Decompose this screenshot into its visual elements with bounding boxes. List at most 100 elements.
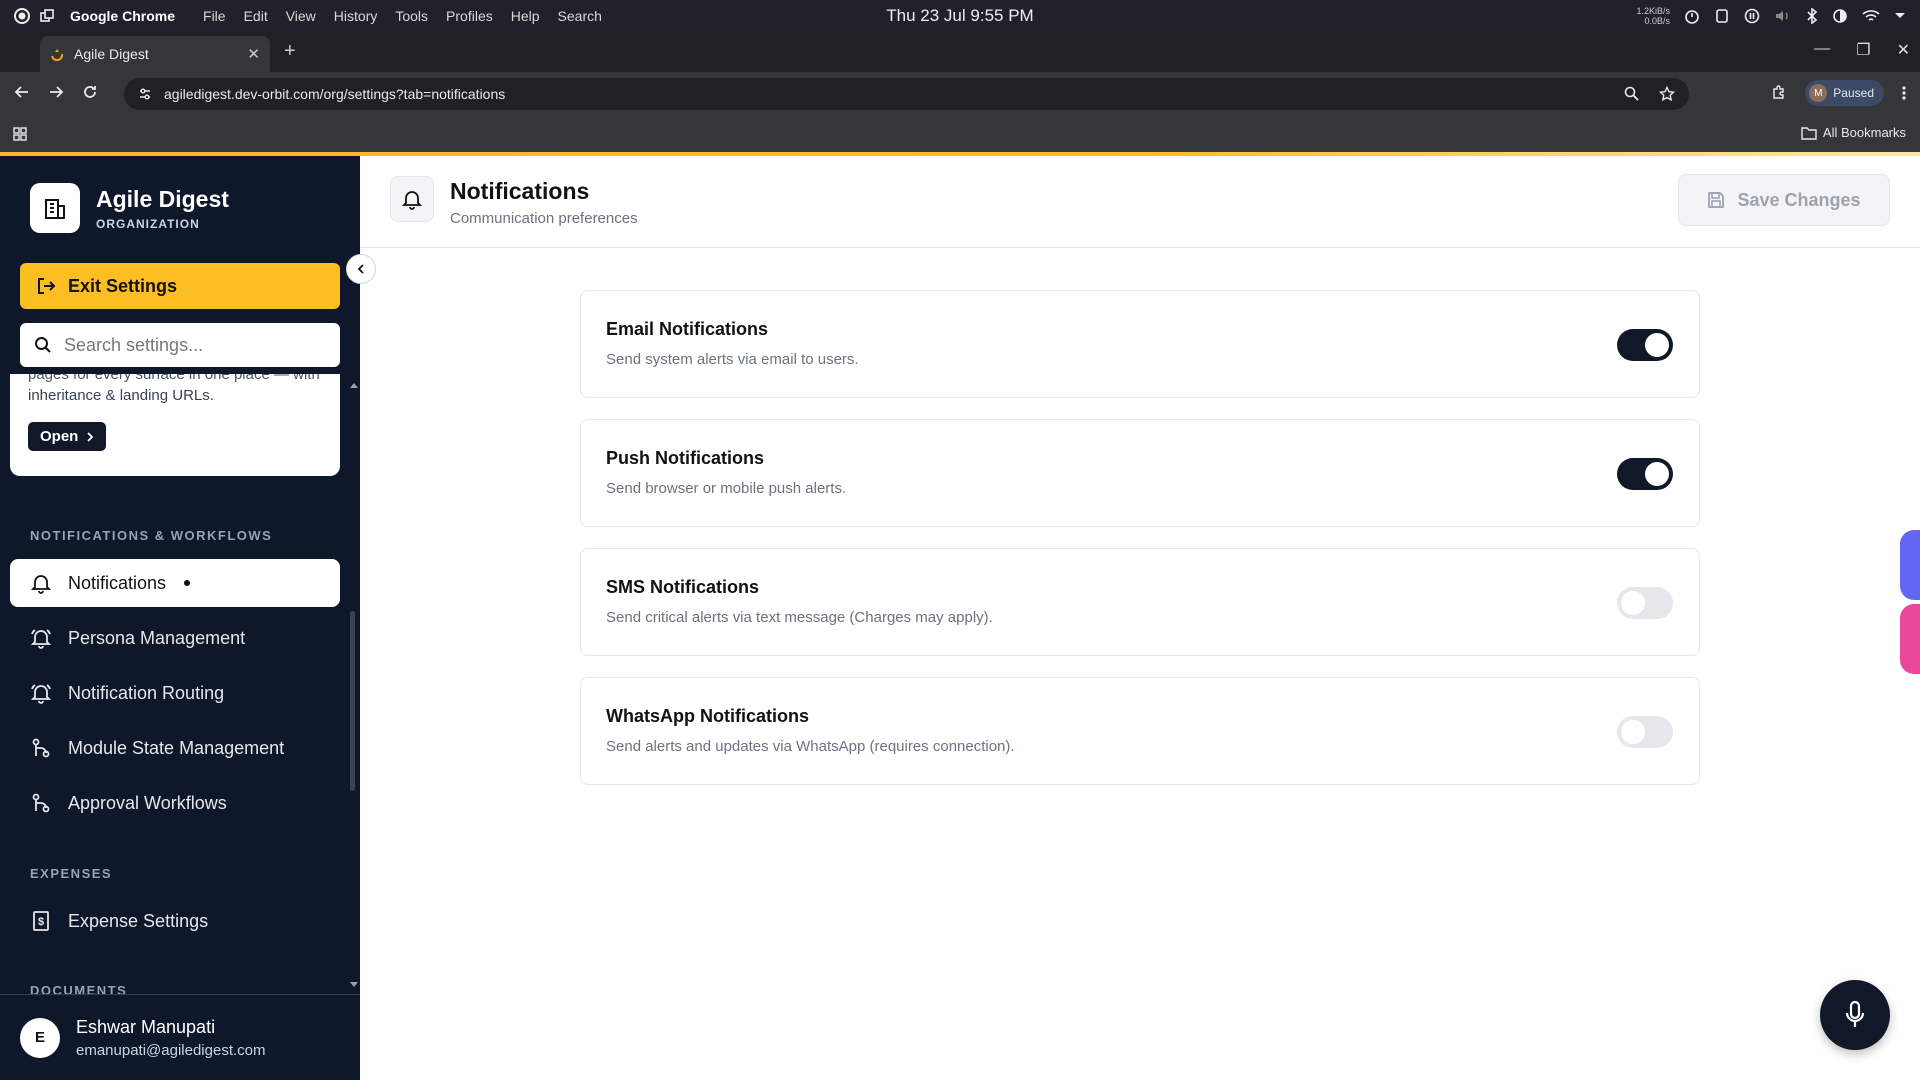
bell-ring-icon	[30, 627, 52, 649]
bell-icon	[390, 176, 434, 222]
card-title: WhatsApp Notifications	[606, 706, 809, 726]
favicon-icon	[50, 47, 64, 61]
menu-view[interactable]: View	[286, 8, 316, 24]
os-app-name[interactable]: Google Chrome	[70, 8, 175, 24]
menu-profiles[interactable]: Profiles	[446, 8, 493, 24]
site-info-icon[interactable]	[138, 87, 152, 101]
menu-search[interactable]: Search	[558, 8, 602, 24]
card-title: Push Notifications	[606, 448, 765, 468]
zoom-icon[interactable]	[1624, 86, 1639, 102]
profile-avatar: M	[1809, 84, 1828, 102]
menu-help[interactable]: Help	[511, 8, 540, 24]
clipboard-icon[interactable]	[1714, 8, 1730, 24]
sms-notifications-card: SMS Notifications Send critical alerts v…	[580, 548, 1700, 656]
svg-text:$: $	[38, 916, 44, 928]
save-changes-button[interactable]: Save Changes	[1678, 174, 1890, 226]
back-icon[interactable]	[14, 84, 30, 100]
org-header: Agile Digest ORGANIZATION	[30, 183, 229, 233]
volume-icon[interactable]	[1774, 8, 1792, 24]
tab-close-icon[interactable]: ✕	[247, 45, 260, 63]
page-subtitle: Communication preferences	[450, 210, 638, 227]
all-bookmarks-button[interactable]: All Bookmarks	[1801, 125, 1906, 140]
promo-open-button[interactable]: Open	[28, 422, 107, 451]
receipt-icon: $	[30, 910, 52, 932]
browser-toolbar: agiledigest.dev-orbit.com/org/settings?t…	[0, 72, 1920, 116]
floating-side-tab-pink[interactable]	[1900, 604, 1920, 674]
sidebar-item-notification-routing[interactable]: Notification Routing	[10, 669, 340, 717]
forward-icon[interactable]	[48, 84, 64, 100]
settings-search	[20, 323, 340, 367]
bookmarks-bar: All Bookmarks	[0, 116, 1920, 152]
profile-status: Paused	[1833, 86, 1874, 100]
brightness-icon[interactable]	[1832, 8, 1848, 24]
sms-notifications-toggle[interactable]	[1617, 587, 1673, 619]
sidebar-item-approval-workflows[interactable]: Approval Workflows	[10, 779, 340, 827]
search-input[interactable]	[64, 334, 324, 356]
extensions-icon[interactable]	[1771, 85, 1787, 101]
bluetooth-icon[interactable]	[1806, 8, 1818, 24]
git-branch-icon	[30, 737, 52, 759]
sidebar-item-label: Approval Workflows	[68, 792, 227, 813]
card-description: Send browser or mobile push alerts.	[606, 480, 847, 497]
whatsapp-notifications-toggle[interactable]	[1617, 716, 1673, 748]
section-title-expenses: EXPENSES	[30, 866, 113, 881]
apps-grid-icon[interactable]	[12, 126, 28, 142]
reload-icon[interactable]	[82, 84, 98, 100]
settings-sidebar: Agile Digest ORGANIZATION Exit Settings …	[0, 156, 360, 1080]
os-logo-icon[interactable]	[14, 8, 30, 24]
microphone-icon	[1843, 1000, 1867, 1030]
toggle-knob	[1621, 591, 1645, 615]
voice-assistant-button[interactable]	[1820, 980, 1890, 1050]
org-type: ORGANIZATION	[96, 216, 200, 231]
sidebar-item-expense-settings[interactable]: $ Expense Settings	[10, 897, 340, 945]
sidebar-item-module-state-management[interactable]: Module State Management	[10, 724, 340, 772]
chrome-menu-icon[interactable]	[1902, 85, 1906, 101]
toggle-knob	[1645, 333, 1669, 357]
browser-tab-active[interactable]: Agile Digest ✕	[40, 36, 270, 72]
sidebar-item-persona-management[interactable]: Persona Management	[10, 614, 340, 662]
minimize-icon[interactable]: —	[1814, 40, 1830, 60]
close-window-icon[interactable]: ✕	[1897, 40, 1910, 60]
toggle-knob	[1621, 720, 1645, 744]
timer-icon[interactable]	[1684, 8, 1700, 24]
promo-card: pages for every surface in one place — w…	[10, 374, 340, 476]
exit-settings-label: Exit Settings	[68, 275, 178, 296]
profile-button[interactable]: M Paused	[1805, 80, 1884, 106]
address-bar[interactable]: agiledigest.dev-orbit.com/org/settings?t…	[124, 78, 1689, 110]
sidebar-scrollbar[interactable]	[350, 611, 355, 791]
collapse-sidebar-button[interactable]	[346, 254, 376, 284]
os-app-menu: Google Chrome File Edit View History Too…	[0, 8, 602, 24]
page-title: Notifications	[450, 178, 590, 204]
net-up: 1.2KiB/s	[1636, 6, 1670, 16]
exit-settings-button[interactable]: Exit Settings	[20, 263, 340, 309]
window-switch-icon[interactable]	[40, 9, 54, 23]
page-header: Notifications Communication preferences …	[360, 156, 1920, 248]
sidebar-item-label: Expense Settings	[68, 910, 209, 931]
bell-icon	[30, 572, 52, 594]
menu-edit[interactable]: Edit	[244, 8, 268, 24]
os-top-bar: Google Chrome File Edit View History Too…	[0, 0, 1920, 32]
menu-file[interactable]: File	[203, 8, 226, 24]
menu-history[interactable]: History	[334, 8, 378, 24]
window-controls: — ❐ ✕	[1814, 40, 1910, 60]
user-profile[interactable]: E Eshwar Manupati emanupati@agiledigest.…	[0, 994, 360, 1080]
section-title-notifications: NOTIFICATIONS & WORKFLOWS	[30, 528, 273, 543]
avatar: E	[20, 1017, 60, 1058]
floating-side-tab-purple[interactable]	[1900, 530, 1920, 600]
pause-icon[interactable]	[1744, 8, 1760, 24]
wifi-icon[interactable]	[1862, 9, 1880, 23]
exit-icon	[36, 276, 56, 296]
folder-icon	[1801, 126, 1817, 140]
sidebar-item-notifications[interactable]: Notifications	[10, 559, 340, 607]
new-tab-button[interactable]: +	[284, 40, 296, 63]
push-notifications-toggle[interactable]	[1617, 458, 1673, 490]
email-notifications-toggle[interactable]	[1617, 329, 1673, 361]
menu-tools[interactable]: Tools	[395, 8, 428, 24]
tray-dropdown-icon[interactable]	[1894, 12, 1906, 20]
bookmark-star-icon[interactable]	[1659, 86, 1675, 102]
user-name: Eshwar Manupati	[76, 1016, 216, 1037]
card-description: Send alerts and updates via WhatsApp (re…	[606, 738, 1015, 755]
scroll-up-icon[interactable]	[350, 382, 358, 388]
scroll-down-icon[interactable]	[350, 982, 358, 988]
restore-icon[interactable]: ❐	[1856, 40, 1870, 60]
